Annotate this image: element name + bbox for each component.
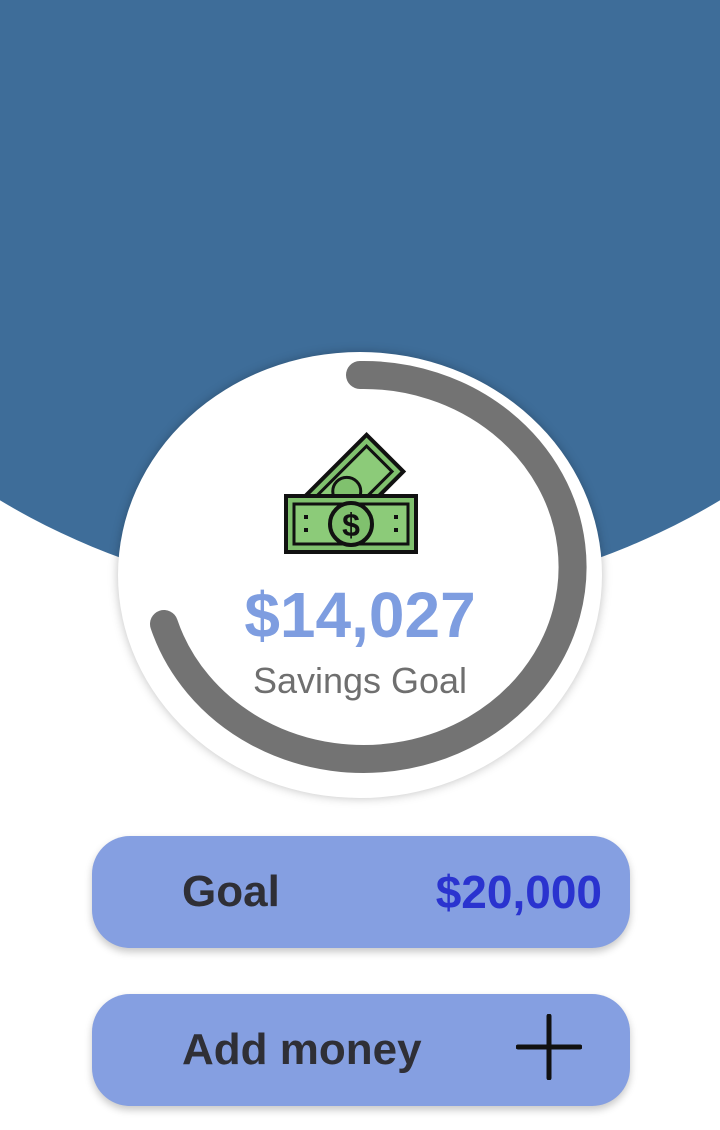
add-money-label: Add money — [182, 1025, 422, 1074]
goal-button[interactable]: Goal $20,000 — [92, 836, 630, 948]
progress-ring — [150, 360, 587, 773]
savings-amount-label: Savings Goal — [252, 660, 468, 701]
goal-label: Goal — [182, 867, 280, 916]
savings-amount: $14,027 — [244, 579, 476, 651]
savings-progress-card: $ $14,027 Savings Goal — [118, 352, 602, 798]
add-money-button[interactable]: Add money — [92, 994, 630, 1106]
plus-icon — [516, 1014, 582, 1080]
svg-text:$: $ — [342, 507, 360, 543]
savings-screen: $ $14,027 Savings Goal Goal $20,000 Add … — [0, 0, 720, 1130]
money-bills-icon: $ — [284, 431, 418, 554]
goal-value: $20,000 — [435, 866, 602, 918]
